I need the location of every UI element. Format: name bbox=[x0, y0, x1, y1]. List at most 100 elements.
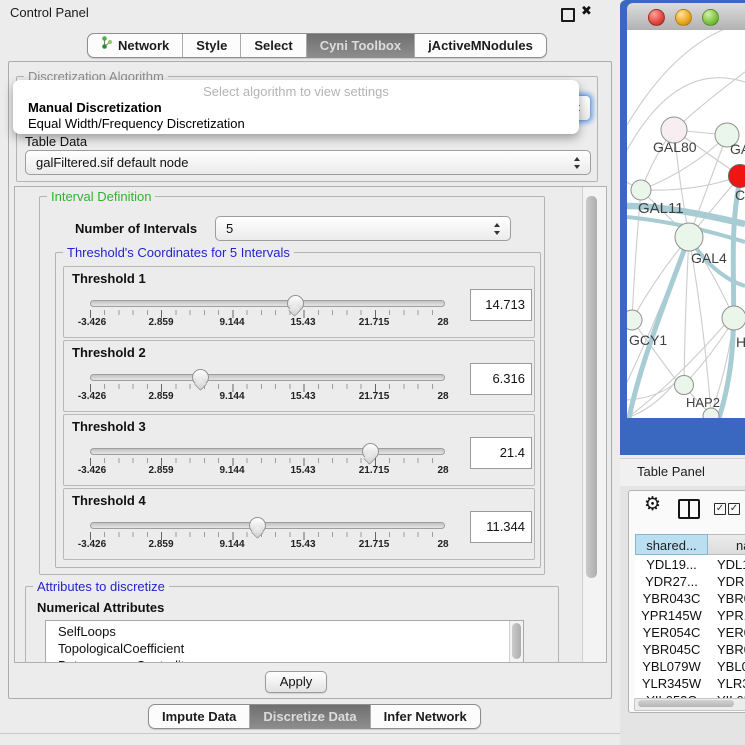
tick-label: 15.43 bbox=[290, 465, 315, 476]
minimize-traffic-light-icon[interactable] bbox=[675, 9, 692, 26]
tab-select[interactable]: Select bbox=[240, 34, 305, 57]
table-row[interactable]: YLR345W YLR34 bbox=[635, 675, 745, 692]
cell[interactable]: YBR045C bbox=[635, 641, 708, 658]
settings-scrollpane: Interval Definition Number of Intervals … bbox=[14, 186, 607, 663]
cell[interactable]: YDL19... bbox=[635, 556, 708, 573]
tick-label: 28 bbox=[437, 391, 448, 402]
section-title: Interval Definition bbox=[47, 189, 155, 204]
settings-scrollbar[interactable] bbox=[582, 187, 607, 662]
threshold-slider-thumb[interactable] bbox=[362, 443, 379, 460]
apply-button[interactable]: Apply bbox=[265, 671, 327, 693]
scrollbar-thumb[interactable] bbox=[512, 623, 521, 659]
select-column-checkbox-icon[interactable]: ✓ bbox=[728, 503, 740, 515]
section-title: Threshold's Coordinates for 5 Intervals bbox=[63, 245, 294, 260]
node-gal11[interactable] bbox=[631, 180, 651, 200]
table-row[interactable]: YDR27... YDR27 bbox=[635, 573, 745, 590]
threshold-value-field[interactable]: 11.344 bbox=[470, 511, 532, 543]
table-row[interactable]: YBR045C YBR04 bbox=[635, 641, 745, 658]
cell[interactable]: YBR043C bbox=[635, 590, 708, 607]
tab-infer-network[interactable]: Infer Network bbox=[370, 705, 480, 728]
node-label: H bbox=[736, 334, 745, 350]
node-gcy1[interactable] bbox=[627, 310, 642, 330]
network-canvas[interactable]: GAL80 GA C GAL11 GAL4 GCY1 H HAP2 bbox=[627, 30, 745, 418]
bottom-tabstrip: Impute Data Discretize Data Infer Networ… bbox=[148, 704, 481, 729]
thresholds-section: Threshold's Coordinates for 5 Intervals … bbox=[55, 252, 541, 568]
network-window-titlebar[interactable] bbox=[627, 3, 745, 31]
tick-label: 2.859 bbox=[148, 465, 173, 476]
cell[interactable]: YDR27... bbox=[635, 573, 708, 590]
zoom-traffic-light-icon[interactable] bbox=[702, 9, 719, 26]
float-window-icon[interactable] bbox=[561, 8, 575, 22]
node-gal4[interactable] bbox=[675, 223, 703, 251]
cell[interactable]: YER05 bbox=[717, 624, 745, 641]
table-panel-box: ⚙ ✓ ✓ shared... na YDL19... YDL19 YDR27..… bbox=[628, 490, 745, 713]
tab-impute-data[interactable]: Impute Data bbox=[149, 705, 249, 728]
cell[interactable]: YLR34 bbox=[717, 675, 745, 692]
table-row[interactable]: YBR043C YBR04 bbox=[635, 590, 745, 607]
cell[interactable]: YBL07 bbox=[717, 658, 745, 675]
screen: Control Panel ✖ Network Style Select bbox=[0, 0, 745, 745]
tab-network[interactable]: Network bbox=[88, 34, 182, 57]
threshold-label: Threshold 2 bbox=[72, 345, 146, 360]
threshold-slider-track[interactable] bbox=[90, 300, 445, 307]
list-item[interactable]: SelfLoops bbox=[58, 623, 116, 640]
node-table: shared... na YDL19...YDL19 YDR27...YDR27… bbox=[635, 534, 745, 698]
select-column-checkbox-icon[interactable]: ✓ bbox=[714, 503, 726, 515]
close-icon[interactable]: ✖ bbox=[581, 3, 592, 19]
network-tab-icon bbox=[101, 34, 113, 57]
list-scrollbar[interactable] bbox=[509, 621, 523, 663]
table-row[interactable]: YBL079W YBL07 bbox=[635, 658, 745, 675]
column-header-name[interactable]: na bbox=[708, 534, 745, 555]
gear-icon[interactable]: ⚙ bbox=[644, 494, 661, 516]
table-horizontal-scrollbar[interactable] bbox=[634, 698, 745, 711]
tab-label: Infer Network bbox=[384, 705, 467, 728]
threshold-value-field[interactable]: 21.4 bbox=[470, 437, 532, 469]
num-intervals-combobox[interactable]: 5 bbox=[215, 216, 511, 241]
cell[interactable]: YDL19 bbox=[717, 556, 745, 573]
section-title: Attributes to discretize bbox=[33, 579, 169, 594]
threshold-slider-track[interactable] bbox=[90, 374, 445, 381]
tab-cyni-toolbox[interactable]: Cyni Toolbox bbox=[306, 34, 414, 57]
threshold-slider-thumb[interactable] bbox=[287, 295, 304, 312]
table-data-combobox[interactable]: galFiltered.sif default node bbox=[25, 150, 591, 175]
list-item[interactable]: TopologicalCoefficient bbox=[58, 640, 184, 657]
tick-label: 21.715 bbox=[359, 317, 390, 328]
cell[interactable]: YBR04 bbox=[717, 590, 745, 607]
threshold-slider-thumb[interactable] bbox=[249, 517, 266, 534]
cell[interactable]: YER054C bbox=[635, 624, 708, 641]
num-intervals-value: 5 bbox=[226, 221, 233, 236]
tab-jactivemnodules[interactable]: jActiveMNodules bbox=[414, 34, 546, 57]
close-traffic-light-icon[interactable] bbox=[648, 9, 665, 26]
table-row[interactable]: YDL19... YDL19 bbox=[635, 556, 745, 573]
tab-discretize-data[interactable]: Discretize Data bbox=[249, 705, 369, 728]
network-view-window: GAL80 GA C GAL11 GAL4 GCY1 H HAP2 bbox=[620, 0, 745, 455]
tick-label: 9.144 bbox=[219, 391, 244, 402]
table-row[interactable]: YPR145W YPR14 bbox=[635, 607, 745, 624]
dropdown-option-manual[interactable]: Manual Discretization bbox=[28, 100, 162, 115]
node-red[interactable] bbox=[729, 165, 745, 188]
table-row[interactable]: YER054C YER05 bbox=[635, 624, 745, 641]
node-hap2[interactable] bbox=[675, 376, 694, 395]
tick-label: 2.859 bbox=[148, 391, 173, 402]
node-label: GCY1 bbox=[629, 332, 667, 348]
column-header-shared-name[interactable]: shared... bbox=[635, 534, 708, 555]
list-item[interactable]: BetweennessCentrality bbox=[58, 657, 191, 663]
cell[interactable]: YPR145W bbox=[635, 607, 708, 624]
tick-label: -3.426 bbox=[78, 539, 106, 550]
node-h[interactable] bbox=[722, 306, 745, 330]
threshold-value-field[interactable]: 14.713 bbox=[470, 289, 532, 321]
cell[interactable]: YPR14 bbox=[717, 607, 745, 624]
cell[interactable]: YDR27 bbox=[717, 573, 745, 590]
cell[interactable]: YBL079W bbox=[635, 658, 708, 675]
interval-definition-section: Interval Definition Number of Intervals … bbox=[39, 196, 545, 575]
threshold-slider-track[interactable] bbox=[90, 522, 445, 529]
scrollbar-thumb[interactable] bbox=[586, 196, 597, 578]
column-layout-icon[interactable] bbox=[678, 499, 700, 519]
dropdown-option-equal-width[interactable]: Equal Width/Frequency Discretization bbox=[28, 116, 245, 131]
cell[interactable]: YLR345W bbox=[635, 675, 708, 692]
scrollbar-thumb[interactable] bbox=[638, 700, 734, 707]
threshold-value-field[interactable]: 6.316 bbox=[470, 363, 532, 395]
threshold-slider-track[interactable] bbox=[90, 448, 445, 455]
cell[interactable]: YBR04 bbox=[717, 641, 745, 658]
tab-style[interactable]: Style bbox=[182, 34, 240, 57]
